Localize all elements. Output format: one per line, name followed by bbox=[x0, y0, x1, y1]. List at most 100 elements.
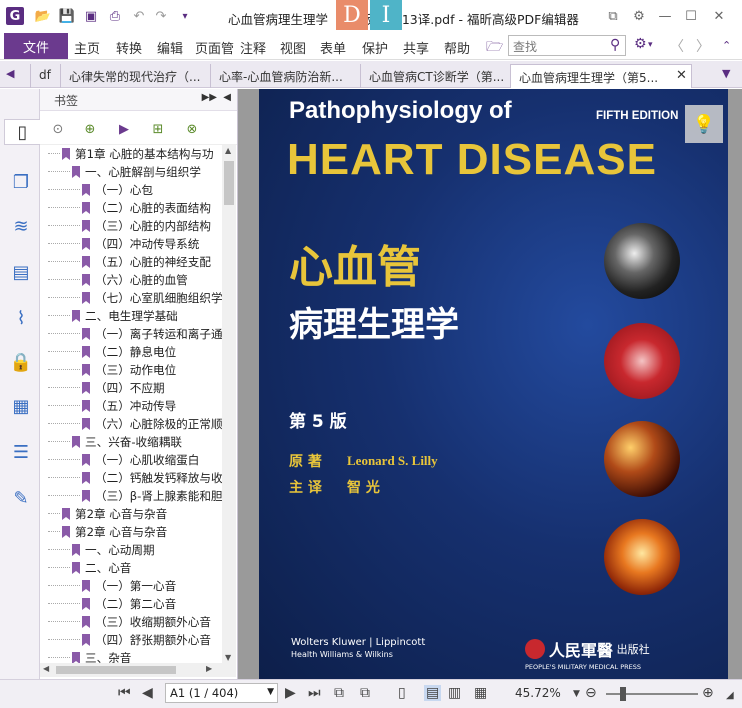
security-lock-icon[interactable]: 🔒 bbox=[8, 349, 34, 375]
search-input[interactable]: 查找 bbox=[508, 35, 626, 56]
open-icon[interactable]: 📂 bbox=[34, 7, 52, 25]
page-number-input[interactable]: A1 (1 / 404) ▼ bbox=[165, 683, 278, 703]
tab-scroll-left-icon[interactable]: ◀ bbox=[6, 67, 14, 80]
previous-view-icon[interactable]: ⧉ bbox=[334, 685, 344, 701]
undo-icon[interactable]: ↶ bbox=[130, 7, 148, 25]
bookmark-item[interactable]: （一）心包 bbox=[40, 181, 222, 199]
lightbulb-tip-icon[interactable]: 💡 bbox=[685, 105, 723, 143]
expand-panel-icon[interactable]: ▶▶ bbox=[202, 92, 217, 103]
first-page-icon[interactable]: ⏮ bbox=[118, 685, 131, 701]
single-page-icon[interactable]: ▯ bbox=[398, 685, 406, 701]
bookmark-item[interactable]: （三）心脏的内部结构 bbox=[40, 217, 222, 235]
search-icon[interactable]: ⚲ bbox=[610, 37, 620, 53]
expand-bookmark-icon[interactable]: ⊙ bbox=[50, 121, 66, 137]
bookmark-panel-icon[interactable]: ▯ bbox=[4, 119, 40, 145]
restore-icon[interactable]: ⧉ bbox=[602, 6, 624, 26]
minimize-button[interactable]: — bbox=[654, 6, 676, 26]
bookmark-item[interactable]: 一、心动周期 bbox=[40, 541, 222, 559]
save-as-icon[interactable]: ▣ bbox=[82, 7, 100, 25]
bookmark-item[interactable]: （五）冲动传导 bbox=[40, 397, 222, 415]
collapse-ribbon-icon[interactable]: ⌃ bbox=[722, 39, 731, 52]
menu-page-manage[interactable]: 页面管 bbox=[195, 38, 237, 57]
zoom-level[interactable]: 45.72% bbox=[515, 686, 561, 700]
menu-form[interactable]: 表单 bbox=[320, 38, 346, 57]
bookmark-item[interactable]: （六）心脏的血管 bbox=[40, 271, 222, 289]
tab-3[interactable]: 心血管病CT诊断学（第... bbox=[360, 64, 510, 88]
bookmark-item[interactable]: （二）钙触发钙释放与收 bbox=[40, 469, 222, 487]
menu-protect[interactable]: 保护 bbox=[362, 38, 388, 57]
zoom-out-icon[interactable]: ⊖ bbox=[585, 685, 597, 701]
menu-help[interactable]: 帮助 bbox=[444, 38, 470, 57]
bookmark-item[interactable]: （七）心室肌细胞组织学 bbox=[40, 289, 222, 307]
tab-1[interactable]: 心律失常的现代治疗（... bbox=[60, 64, 210, 88]
scroll-left-icon[interactable]: ◀ bbox=[43, 664, 49, 673]
menu-convert[interactable]: 转换 bbox=[116, 38, 142, 57]
bookmark-item[interactable]: （四）冲动传导系统 bbox=[40, 235, 222, 253]
scroll-thumb[interactable] bbox=[224, 161, 234, 205]
bookmark-options-icon[interactable]: ▶ bbox=[116, 121, 132, 137]
document-properties-icon[interactable]: ▦ bbox=[8, 393, 34, 419]
menu-share[interactable]: 共享 bbox=[403, 38, 429, 57]
bookmark-horizontal-scrollbar[interactable]: ◀ ▶ bbox=[40, 663, 236, 677]
menu-view[interactable]: 视图 bbox=[280, 38, 306, 57]
search-options-icon[interactable]: ⚙ bbox=[634, 36, 647, 52]
bookmark-item[interactable]: （四）不应期 bbox=[40, 379, 222, 397]
tab-4-active[interactable]: 心血管病理生理学（第5... bbox=[510, 64, 692, 88]
menu-home[interactable]: 主页 bbox=[74, 38, 100, 57]
bookmark-item[interactable]: （三）动作电位 bbox=[40, 361, 222, 379]
bookmark-item[interactable]: 第1章 心脏的基本结构与功 bbox=[40, 145, 222, 163]
add-bookmark-icon[interactable]: ⊕ bbox=[82, 121, 98, 137]
scroll-right-icon[interactable]: ▶ bbox=[206, 664, 212, 673]
bookmark-item[interactable]: （一）第一心音 bbox=[40, 577, 222, 595]
menu-annotate[interactable]: 注释 bbox=[240, 38, 266, 57]
bookmark-item[interactable]: 二、心音 bbox=[40, 559, 222, 577]
scroll-thumb[interactable] bbox=[56, 666, 176, 674]
document-view[interactable]: Pathophysiology of FIFTH EDITION HEART D… bbox=[238, 89, 742, 679]
chevron-down-icon[interactable]: ▾ bbox=[648, 40, 653, 50]
save-icon[interactable]: 💾 bbox=[58, 7, 76, 25]
bookmark-item[interactable]: （一）离子转运和离子通 bbox=[40, 325, 222, 343]
zoom-in-icon[interactable]: ⊕ bbox=[702, 685, 714, 701]
next-view-icon[interactable]: ⧉ bbox=[360, 685, 370, 701]
zoom-dropdown-icon[interactable]: ▼ bbox=[573, 689, 580, 699]
bookmark-item[interactable]: 一、心脏解剖与组织学 bbox=[40, 163, 222, 181]
bookmark-vertical-scrollbar[interactable]: ▲ ▼ bbox=[222, 145, 236, 663]
new-bookmark-icon[interactable]: ⊞ bbox=[150, 121, 166, 137]
bookmark-item[interactable]: （二）静息电位 bbox=[40, 343, 222, 361]
last-page-icon[interactable]: ⏭ bbox=[308, 685, 321, 701]
delete-bookmark-icon[interactable]: ⊗ bbox=[184, 121, 200, 137]
bookmark-item[interactable]: （一）心肌收缩蛋白 bbox=[40, 451, 222, 469]
folder-search-icon[interactable]: 🗁 bbox=[486, 36, 503, 60]
bookmark-item[interactable]: 二、电生理学基础 bbox=[40, 307, 222, 325]
bookmark-item[interactable]: （二）第二心音 bbox=[40, 595, 222, 613]
pages-icon[interactable]: ❐ bbox=[8, 169, 34, 195]
bookmark-item[interactable]: （三）β-肾上腺素能和胆 bbox=[40, 487, 222, 505]
bookmark-item[interactable]: （六）心脏除极的正常顺 bbox=[40, 415, 222, 433]
bookmark-item[interactable]: （三）收缩期额外心音 bbox=[40, 613, 222, 631]
tab-0[interactable]: df bbox=[30, 64, 60, 88]
next-page-icon[interactable]: ▶ bbox=[285, 685, 296, 701]
comments-icon[interactable]: ▤ bbox=[8, 259, 34, 285]
bookmark-item[interactable]: （二）心脏的表面结构 bbox=[40, 199, 222, 217]
scroll-up-icon[interactable]: ▲ bbox=[225, 146, 231, 155]
collapse-panel-icon[interactable]: ◀ bbox=[223, 92, 231, 103]
facing-page-icon[interactable]: ▥ bbox=[448, 685, 461, 701]
next-result-icon[interactable]: 〉 bbox=[696, 36, 710, 56]
settings-icon[interactable]: ⚙ bbox=[628, 6, 650, 26]
signature-icon[interactable]: ✎ bbox=[8, 485, 34, 511]
menu-edit[interactable]: 编辑 bbox=[157, 38, 183, 57]
bookmark-item[interactable]: 三、兴奋-收缩耦联 bbox=[40, 433, 222, 451]
bookmark-item[interactable]: （五）心脏的神经支配 bbox=[40, 253, 222, 271]
bookmark-item[interactable]: 第2章 心音与杂音 bbox=[40, 523, 222, 541]
scroll-down-icon[interactable]: ▼ bbox=[225, 653, 231, 662]
bookmark-item[interactable]: 第2章 心音与杂音 bbox=[40, 505, 222, 523]
continuous-page-icon[interactable]: ▤ bbox=[424, 685, 442, 701]
previous-result-icon[interactable]: 〈 bbox=[670, 36, 684, 56]
customize-dropdown-icon[interactable]: ▾ bbox=[176, 7, 194, 25]
close-button[interactable]: ✕ bbox=[708, 6, 730, 26]
continuous-facing-icon[interactable]: ▦ bbox=[474, 685, 487, 701]
previous-page-icon[interactable]: ◀ bbox=[142, 685, 153, 701]
bookmark-item[interactable]: （四）舒张期额外心音 bbox=[40, 631, 222, 649]
zoom-slider-thumb[interactable] bbox=[620, 687, 626, 701]
attachment-icon[interactable]: ⌇ bbox=[8, 305, 34, 331]
